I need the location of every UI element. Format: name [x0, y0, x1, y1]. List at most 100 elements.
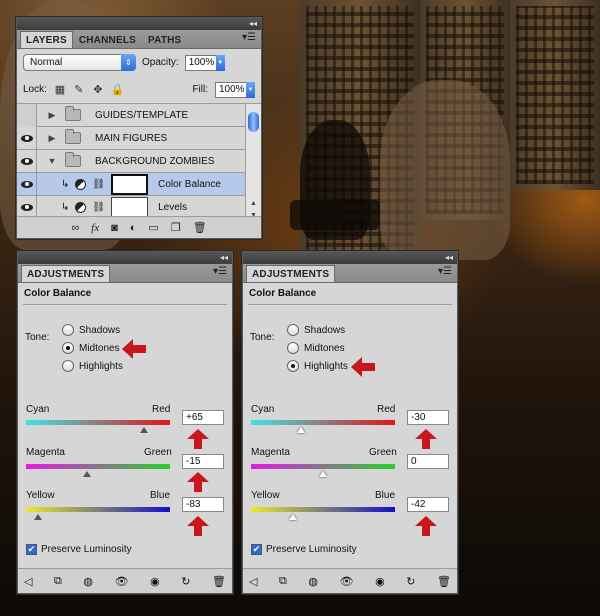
panel-menu-icon[interactable]: ▾☰ — [242, 32, 256, 43]
panel-titlebar[interactable]: ◂◂ — [18, 252, 232, 264]
visibility-toggle[interactable] — [17, 149, 37, 173]
mask-icon[interactable]: ◙ — [111, 222, 118, 234]
back-arrow-icon[interactable]: ◁ — [24, 575, 32, 588]
slider-handle[interactable] — [34, 514, 43, 520]
radio-midtones[interactable]: Midtones — [62, 342, 120, 354]
layer-row[interactable]: ▶ MAIN FIGURES — [17, 126, 246, 150]
slider-handle[interactable] — [140, 427, 149, 433]
lock-brush-icon[interactable]: ✎ — [73, 83, 85, 96]
layer-row[interactable]: ▼ BACKGROUND ZOMBIES — [17, 149, 246, 173]
value-field[interactable]: +65 — [182, 410, 224, 425]
fx-icon[interactable]: fx — [91, 222, 99, 234]
back-arrow-icon[interactable]: ◁ — [249, 575, 257, 588]
radio-button[interactable] — [62, 324, 74, 336]
radio-button[interactable] — [287, 360, 299, 372]
eye-icon[interactable]: 👁 — [340, 575, 354, 588]
checkmark-icon[interactable]: ✔ — [251, 544, 262, 555]
slider-track-yellow-blue[interactable] — [26, 507, 170, 512]
radio-highlights[interactable]: Highlights — [287, 360, 348, 372]
previous-state-icon[interactable]: ◉ — [375, 575, 385, 588]
scroll-up-icon[interactable]: ▲ — [246, 200, 261, 212]
slider-handle[interactable] — [319, 471, 327, 477]
eye-icon — [20, 134, 33, 142]
triangle-right-icon[interactable]: ▶ — [45, 133, 59, 144]
lock-all-icon[interactable]: 🔒 — [111, 83, 125, 96]
radio-shadows[interactable]: Shadows — [62, 324, 120, 336]
value-field[interactable]: -42 — [407, 497, 449, 512]
slider-track-yellow-blue[interactable] — [251, 507, 395, 512]
triangle-down-icon[interactable]: ▼ — [45, 156, 59, 166]
slider-track-magenta-green[interactable] — [251, 464, 395, 469]
tone-label: Tone: — [250, 332, 275, 343]
slider-handle[interactable] — [297, 427, 306, 433]
new-layer-icon[interactable]: ❐ — [171, 221, 181, 234]
lock-transparency-icon[interactable]: ▦ — [54, 83, 66, 96]
value-field[interactable]: -15 — [182, 454, 224, 469]
slider-track-magenta-green[interactable] — [26, 464, 170, 469]
value-field[interactable]: -30 — [407, 410, 449, 425]
expand-view-icon[interactable]: ⧉ — [279, 575, 287, 588]
scroll-thumb[interactable] — [248, 112, 259, 132]
lock-move-icon[interactable]: ✥ — [92, 83, 104, 96]
chain-link-icon[interactable]: ⛓ — [92, 202, 105, 213]
expand-view-icon[interactable]: ⧉ — [54, 575, 62, 588]
value-field[interactable]: 0 — [407, 454, 449, 469]
slider-track-cyan-red[interactable] — [26, 420, 170, 425]
chevron-down-icon[interactable]: ▼ — [246, 81, 255, 98]
link-icon[interactable]: ∞ — [71, 222, 79, 234]
panel-menu-icon[interactable]: ▾☰ — [213, 266, 227, 277]
panel-menu-icon[interactable]: ▾☰ — [438, 266, 452, 277]
panel-titlebar[interactable]: ◂◂ — [243, 252, 457, 264]
radio-midtones[interactable]: Midtones — [287, 342, 345, 354]
radio-button[interactable] — [62, 360, 74, 372]
layer-mask-thumbnail[interactable] — [111, 173, 149, 195]
preserve-luminosity-checkbox[interactable]: ✔ Preserve Luminosity — [26, 544, 132, 555]
radio-shadows[interactable]: Shadows — [287, 324, 345, 336]
panel-titlebar[interactable]: ◂◂ — [17, 18, 261, 30]
slider-track-cyan-red[interactable] — [251, 420, 395, 425]
adjustment-icon[interactable]: ◐ — [130, 222, 137, 234]
chevron-down-icon[interactable]: ▼ — [215, 54, 225, 71]
value-field[interactable]: -83 — [182, 497, 224, 512]
slider-handle[interactable] — [83, 471, 92, 477]
layer-row-selected[interactable]: ↳ ⛓ Color Balance — [17, 172, 246, 196]
red-arrow-left — [351, 357, 375, 377]
tab-adjustments[interactable]: ADJUSTMENTS — [246, 265, 336, 282]
preserve-luminosity-checkbox[interactable]: ✔ Preserve Luminosity — [251, 544, 357, 555]
layer-mask-thumbnail[interactable] — [111, 196, 149, 218]
tab-paths[interactable]: PATHS — [142, 31, 187, 48]
eye-icon[interactable]: 👁 — [115, 575, 129, 588]
layer-row[interactable]: ▶ GUIDES/TEMPLATE — [17, 103, 246, 127]
collapse-icon[interactable]: ◂◂ — [445, 252, 453, 264]
collapse-icon[interactable]: ◂◂ — [249, 18, 257, 30]
chain-link-icon[interactable]: ⛓ — [92, 179, 105, 190]
radio-highlights[interactable]: Highlights — [62, 360, 123, 372]
triangle-right-icon[interactable]: ▶ — [45, 110, 59, 121]
trash-icon[interactable]: 🗑 — [193, 221, 207, 234]
previous-state-icon[interactable]: ◉ — [150, 575, 160, 588]
layers-scrollbar[interactable]: ▲ ▼ — [245, 104, 261, 224]
visibility-toggle[interactable] — [17, 172, 37, 196]
tab-channels[interactable]: CHANNELS — [73, 31, 142, 48]
fill-field[interactable]: 100% ▼ — [215, 81, 255, 98]
radio-button[interactable] — [62, 342, 74, 354]
clip-layer-icon[interactable]: ◍ — [83, 575, 93, 588]
trash-icon[interactable]: 🗑 — [437, 575, 451, 588]
reset-icon[interactable]: ↻ — [406, 575, 415, 588]
visibility-toggle[interactable] — [17, 103, 37, 127]
folder-icon[interactable]: ▭ — [148, 221, 158, 234]
radio-button[interactable] — [287, 324, 299, 336]
trash-icon[interactable]: 🗑 — [212, 575, 226, 588]
visibility-toggle[interactable] — [17, 126, 37, 150]
slider-handle[interactable] — [288, 514, 297, 520]
clip-layer-icon[interactable]: ◍ — [308, 575, 318, 588]
radio-label: Midtones — [304, 342, 345, 354]
collapse-icon[interactable]: ◂◂ — [220, 252, 228, 264]
tab-layers[interactable]: LAYERS — [20, 31, 73, 48]
checkmark-icon[interactable]: ✔ — [26, 544, 37, 555]
opacity-field[interactable]: 100% ▼ — [184, 54, 225, 71]
radio-button[interactable] — [287, 342, 299, 354]
reset-icon[interactable]: ↻ — [181, 575, 190, 588]
tab-adjustments[interactable]: ADJUSTMENTS — [21, 265, 111, 282]
blend-mode-select[interactable]: Normal ⇕ — [23, 54, 136, 71]
